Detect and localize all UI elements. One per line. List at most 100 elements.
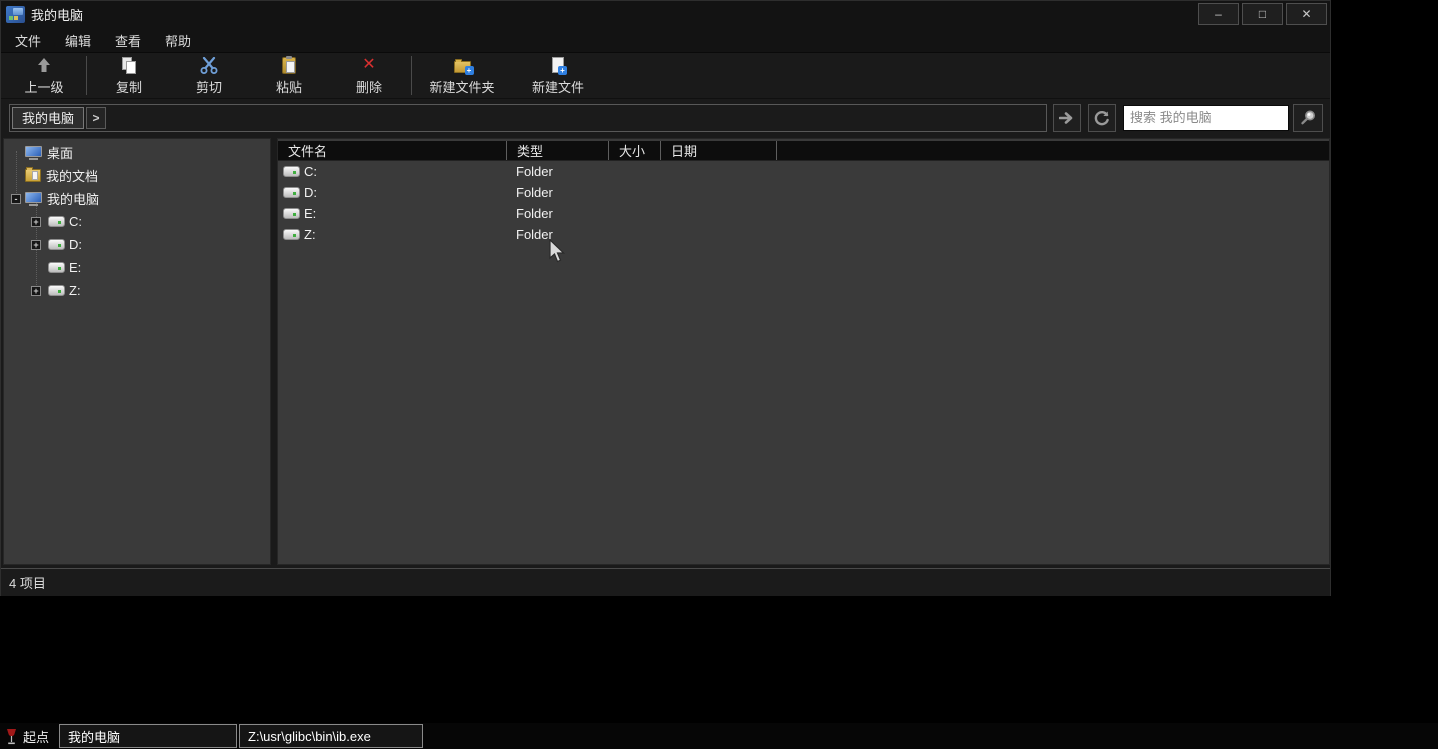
tree-item-drive-d[interactable]: + D: xyxy=(4,233,270,256)
file-name: Z: xyxy=(304,227,316,242)
file-date xyxy=(661,203,777,224)
column-header-size[interactable]: 大小 xyxy=(609,141,661,160)
file-name: C: xyxy=(304,164,317,179)
tree-item-label: 桌面 xyxy=(47,143,73,162)
taskbar-button-ib-exe[interactable]: Z:\usr\glibc\bin\ib.exe xyxy=(239,724,423,748)
window-title: 我的电脑 xyxy=(31,5,83,24)
column-header-type[interactable]: 类型 xyxy=(507,141,609,160)
tree-item-label: Z: xyxy=(69,283,81,298)
window-controls: – □ ✕ xyxy=(1198,3,1327,25)
tree-item-drive-z[interactable]: + Z: xyxy=(4,279,270,302)
menu-bar: 文件 编辑 查看 帮助 xyxy=(1,28,1330,53)
tree-item-desktop[interactable]: 桌面 xyxy=(4,141,270,164)
toolbar-label: 新建文件 xyxy=(532,77,584,96)
tree-item-label: 我的文档 xyxy=(46,166,98,185)
expand-expander-icon[interactable]: + xyxy=(31,286,41,296)
item-count: 4 项目 xyxy=(9,573,46,592)
tree-item-label: C: xyxy=(69,214,82,229)
file-row-drive-c[interactable]: C: Folder xyxy=(278,161,1329,182)
refresh-icon xyxy=(1094,110,1110,126)
column-header-name[interactable]: 文件名 xyxy=(278,141,507,160)
list-header: 文件名 类型 大小 日期 xyxy=(278,141,1329,161)
app-icon xyxy=(6,6,25,23)
minimize-button[interactable]: – xyxy=(1198,3,1239,25)
new-folder-icon: + xyxy=(454,56,471,75)
title-bar[interactable]: 我的电脑 – □ ✕ xyxy=(1,1,1330,28)
file-date xyxy=(661,224,777,245)
documents-folder-icon xyxy=(25,169,41,182)
taskbar: 起点 我的电脑 Z:\usr\glibc\bin\ib.exe xyxy=(0,723,1438,749)
folder-tree-panel: 桌面 我的文档 - 我的电脑 + C: + D: E: + Z: xyxy=(3,138,271,565)
new-file-icon: + xyxy=(552,56,564,75)
maximize-button[interactable]: □ xyxy=(1242,3,1283,25)
tree-item-my-documents[interactable]: 我的文档 xyxy=(4,164,270,187)
scissors-icon xyxy=(200,56,218,75)
desktop-icon xyxy=(25,146,42,160)
new-folder-button[interactable]: + 新建文件夹 xyxy=(414,53,510,98)
up-arrow-icon xyxy=(36,56,52,75)
go-button[interactable] xyxy=(1053,104,1081,132)
breadcrumb[interactable]: 我的电脑 xyxy=(12,107,84,129)
toolbar-label: 复制 xyxy=(116,77,142,96)
address-field[interactable]: 我的电脑 > xyxy=(9,104,1047,132)
file-row-drive-e[interactable]: E: Folder xyxy=(278,203,1329,224)
drive-icon xyxy=(283,166,300,177)
file-type: Folder xyxy=(507,182,609,203)
tree-item-drive-e[interactable]: E: xyxy=(4,256,270,279)
tree-item-label: E: xyxy=(69,260,81,275)
search-input[interactable] xyxy=(1123,105,1289,131)
drive-icon xyxy=(283,229,300,240)
toolbar-label: 新建文件夹 xyxy=(429,77,494,96)
start-button[interactable]: 起点 xyxy=(0,723,59,749)
paste-button[interactable]: 粘贴 xyxy=(249,53,329,98)
clipboard-icon xyxy=(282,56,296,75)
expand-expander-icon[interactable]: + xyxy=(31,240,41,250)
up-one-level-button[interactable]: 上一级 xyxy=(4,53,84,98)
status-bar: 4 项目 xyxy=(1,568,1330,596)
file-type: Folder xyxy=(507,203,609,224)
tree-item-drive-c[interactable]: + C: xyxy=(4,210,270,233)
explorer-window: 我的电脑 – □ ✕ 文件 编辑 查看 帮助 上一级 复制 xyxy=(0,0,1331,596)
copy-icon xyxy=(122,56,137,75)
file-size xyxy=(609,182,661,203)
copy-button[interactable]: 复制 xyxy=(89,53,169,98)
toolbar-label: 删除 xyxy=(356,77,382,96)
menu-help[interactable]: 帮助 xyxy=(165,31,191,50)
toolbar-label: 剪切 xyxy=(196,77,222,96)
file-date xyxy=(661,182,777,203)
magnifier-icon xyxy=(1300,109,1317,126)
taskbar-button-label: Z:\usr\glibc\bin\ib.exe xyxy=(248,729,371,744)
file-list-panel: 文件名 类型 大小 日期 C: Folder D: Folder E: Fold… xyxy=(277,138,1330,565)
close-icon: ✕ xyxy=(1301,7,1311,21)
file-size xyxy=(609,224,661,245)
collapse-expander-icon[interactable]: - xyxy=(11,194,21,204)
tree-item-my-computer[interactable]: - 我的电脑 xyxy=(4,187,270,210)
column-header-date[interactable]: 日期 xyxy=(661,141,777,160)
address-bar: 我的电脑 > xyxy=(1,99,1330,136)
cut-button[interactable]: 剪切 xyxy=(169,53,249,98)
refresh-button[interactable] xyxy=(1088,104,1116,132)
file-size xyxy=(609,161,661,182)
close-button[interactable]: ✕ xyxy=(1286,3,1327,25)
toolbar-label: 粘贴 xyxy=(276,77,302,96)
go-arrow-icon xyxy=(1059,112,1075,124)
expand-expander-icon[interactable]: + xyxy=(31,217,41,227)
drive-icon xyxy=(48,239,65,250)
menu-file[interactable]: 文件 xyxy=(15,31,41,50)
taskbar-button-my-computer[interactable]: 我的电脑 xyxy=(59,724,237,748)
file-row-drive-z[interactable]: Z: Folder xyxy=(278,224,1329,245)
breadcrumb-chevron-button[interactable]: > xyxy=(86,107,106,129)
computer-icon xyxy=(25,192,42,206)
maximize-icon: □ xyxy=(1259,7,1266,21)
start-label: 起点 xyxy=(23,727,49,746)
file-row-drive-d[interactable]: D: Folder xyxy=(278,182,1329,203)
file-date xyxy=(661,161,777,182)
toolbar-label: 上一级 xyxy=(24,77,63,96)
toolbar-separator xyxy=(86,56,87,95)
search-button[interactable] xyxy=(1293,104,1323,132)
drive-icon xyxy=(48,216,65,227)
menu-view[interactable]: 查看 xyxy=(115,31,141,50)
delete-button[interactable]: ✕ 删除 xyxy=(329,53,409,98)
menu-edit[interactable]: 编辑 xyxy=(65,31,91,50)
new-file-button[interactable]: + 新建文件 xyxy=(510,53,606,98)
